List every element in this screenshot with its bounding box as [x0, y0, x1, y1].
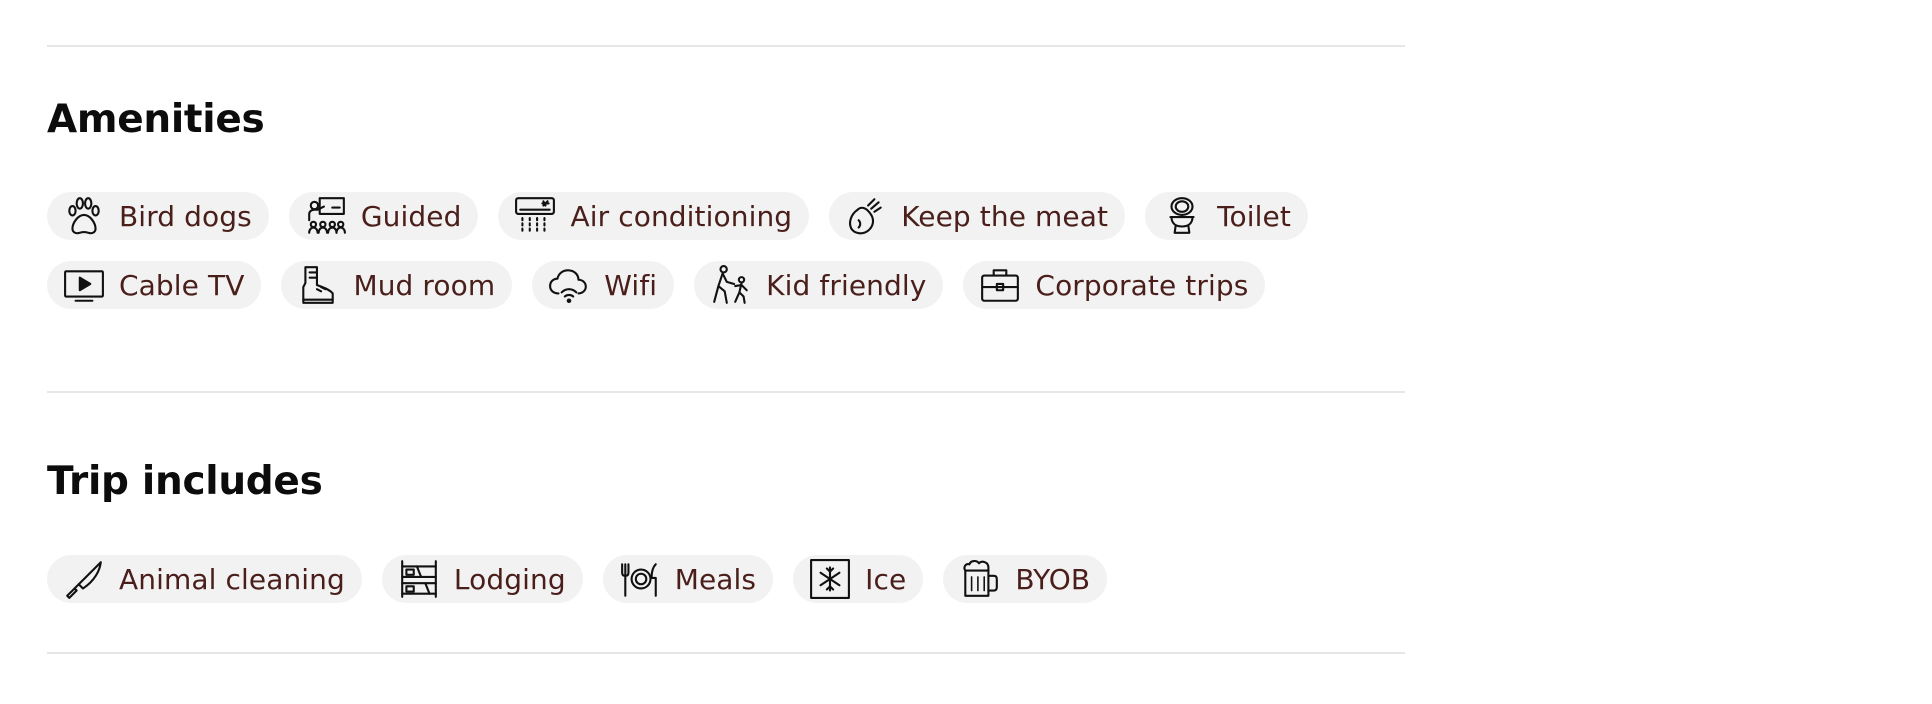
air-conditioner-icon [514, 195, 556, 237]
amenity-label: Corporate trips [1035, 268, 1249, 302]
amenity-chip-wifi[interactable]: Wifi [532, 261, 675, 309]
trip-chip-byob[interactable]: BYOB [943, 555, 1108, 603]
divider-middle [47, 391, 1405, 393]
briefcase-icon [979, 264, 1021, 306]
amenity-label: Keep the meat [901, 199, 1109, 233]
amenity-chip-toilet[interactable]: Toilet [1145, 192, 1308, 240]
trip-item-label: Lodging [453, 562, 566, 596]
listing-details: Amenities Bird dogs Guided Air condition… [0, 0, 1932, 704]
amenity-chip-cable-tv[interactable]: Cable TV [47, 261, 262, 309]
amenity-chip-kid-friendly[interactable]: Kid friendly [694, 261, 944, 309]
paw-icon [63, 195, 105, 237]
plate-cutlery-icon [619, 558, 661, 600]
amenity-label: Cable TV [119, 268, 245, 302]
amenity-chip-bird-dogs[interactable]: Bird dogs [47, 192, 269, 240]
boot-icon [297, 264, 339, 306]
amenity-chip-guided[interactable]: Guided [288, 192, 479, 240]
amenity-chip-air-conditioning[interactable]: Air conditioning [498, 192, 810, 240]
amenity-chip-keep-the-meat[interactable]: Keep the meat [829, 192, 1126, 240]
divider-bottom [47, 652, 1405, 654]
trip-chip-animal-cleaning[interactable]: Animal cleaning [47, 555, 362, 603]
trip-chip-lodging[interactable]: Lodging [381, 555, 583, 603]
amenity-label: Bird dogs [119, 199, 252, 233]
wifi-cloud-icon [548, 264, 590, 306]
family-walk-icon [710, 264, 752, 306]
toilet-icon [1161, 195, 1203, 237]
trip-chip-meals[interactable]: Meals [602, 555, 774, 603]
amenity-label: Toilet [1217, 199, 1291, 233]
amenity-chip-corporate-trips[interactable]: Corporate trips [963, 261, 1266, 309]
meat-icon [845, 195, 887, 237]
tv-icon [63, 264, 105, 306]
trip-item-label: Meals [674, 562, 757, 596]
knife-icon [63, 558, 105, 600]
amenities-row-1: Bird dogs Guided Air conditioning Keep t… [47, 192, 1308, 240]
trip-item-label: BYOB [1015, 562, 1091, 596]
ice-icon [809, 558, 851, 600]
amenities-row-2: Cable TV Mud room Wifi Kid friendly Corp… [47, 261, 1266, 309]
amenity-label: Guided [360, 199, 462, 233]
trip-chip-ice[interactable]: Ice [793, 555, 924, 603]
bunk-bed-icon [398, 558, 440, 600]
amenities-title: Amenities [47, 97, 265, 142]
amenity-chip-mud-room[interactable]: Mud room [281, 261, 513, 309]
trip-item-label: Ice [865, 562, 907, 596]
trip-item-label: Animal cleaning [119, 562, 345, 596]
guide-icon [305, 195, 347, 237]
amenity-label: Kid friendly [766, 268, 927, 302]
amenity-label: Wifi [604, 268, 658, 302]
trip-includes-title: Trip includes [47, 459, 323, 504]
divider-top [47, 45, 1405, 47]
beer-mug-icon [959, 558, 1001, 600]
trip-includes-row: Animal cleaning Lodging Meals Ice BYOB [47, 555, 1108, 603]
amenity-label: Mud room [353, 268, 496, 302]
amenity-label: Air conditioning [570, 199, 793, 233]
